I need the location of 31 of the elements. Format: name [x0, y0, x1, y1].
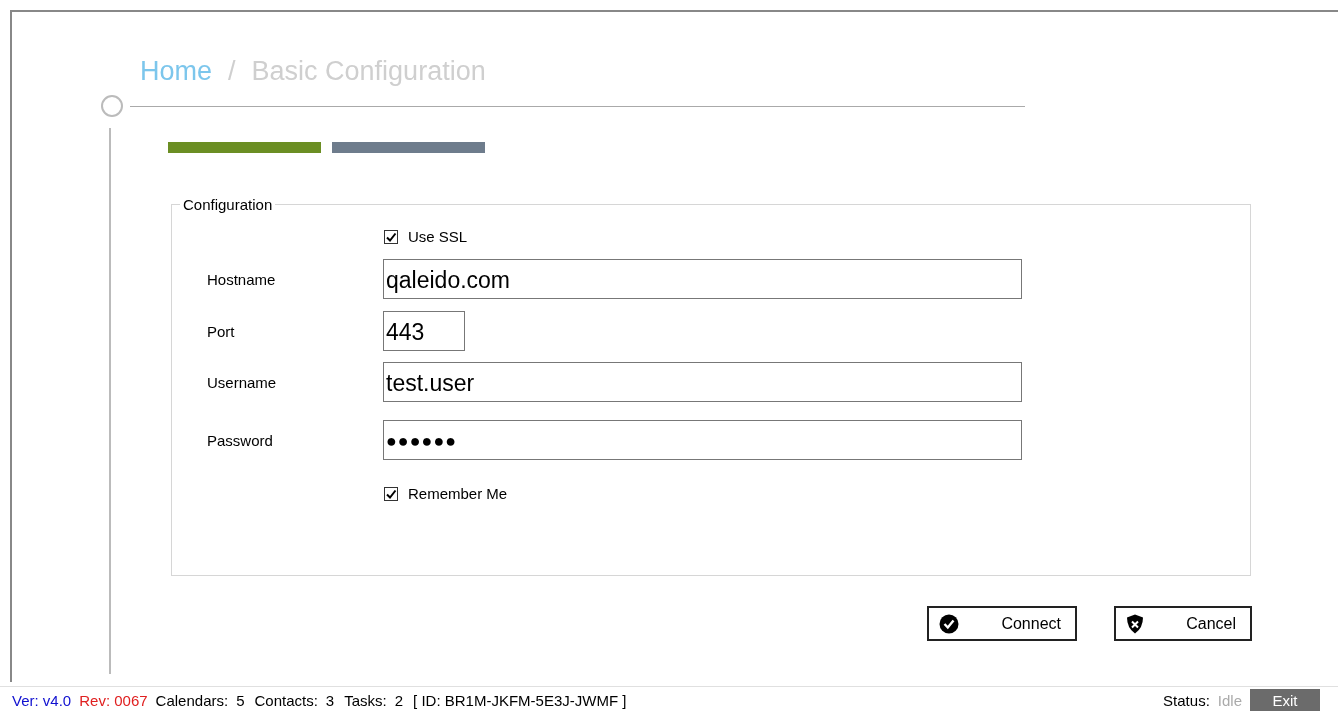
group-title: Configuration	[182, 196, 274, 213]
count-label: Calendars:	[155, 691, 229, 709]
breadcrumb-separator: /	[228, 56, 236, 88]
checkbox-label: Remember Me	[408, 485, 508, 502]
field-label: Port	[207, 322, 236, 340]
revision-text: Rev: 0067	[79, 691, 148, 709]
status-value: Idle	[1217, 691, 1242, 709]
count-value: 3	[325, 691, 335, 709]
field-label: Hostname	[207, 270, 277, 288]
version-text: Ver: v4.0	[12, 691, 72, 709]
id-text: [ ID: BR1M-JKFM-5E3J-JWMF ]	[413, 691, 627, 709]
field-label: Password	[207, 431, 274, 449]
check-circle-icon	[939, 613, 959, 634]
input-field[interactable]: qaleido.com	[383, 259, 1022, 299]
input-field[interactable]: ●●●●●●	[383, 420, 1022, 460]
exit-button[interactable]: Exit	[1250, 689, 1320, 711]
timeline-circle	[101, 95, 123, 117]
connect-button[interactable]: Connect	[927, 606, 1077, 641]
status-label: Status:	[1163, 691, 1210, 709]
count-label: Tasks:	[344, 691, 387, 709]
shield-x-icon	[1126, 613, 1144, 634]
count-label: Contacts:	[254, 691, 318, 709]
count-value: 2	[394, 691, 404, 709]
input-field[interactable]: 443	[383, 311, 465, 351]
cancel-button[interactable]: Cancel	[1114, 606, 1252, 641]
field-label: Username	[207, 373, 278, 391]
input-field[interactable]: test.user	[383, 362, 1022, 402]
checkbox[interactable]	[384, 229, 398, 244]
checkbox-label: Use SSL	[408, 228, 468, 245]
checkbox[interactable]	[384, 486, 398, 501]
count-value: 5	[236, 691, 245, 709]
